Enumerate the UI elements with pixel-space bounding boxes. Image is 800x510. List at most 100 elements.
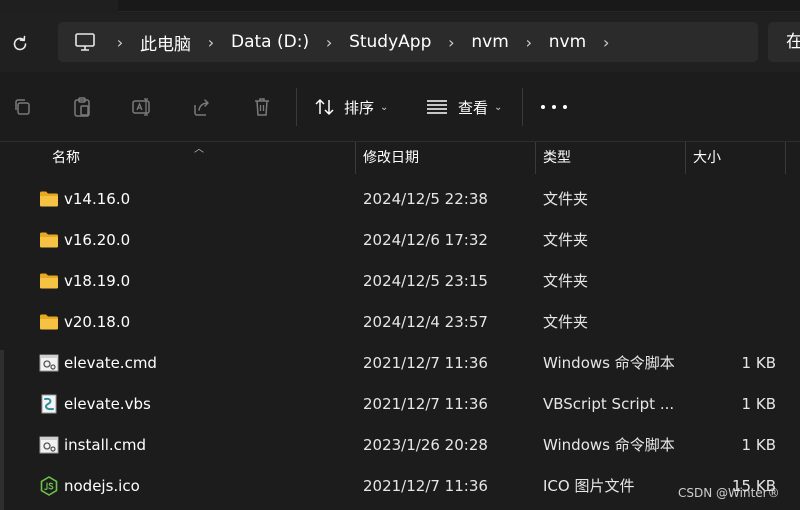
folder-icon xyxy=(40,314,58,330)
file-type: 文件夹 xyxy=(543,272,589,290)
file-modified: 2023/1/26 20:28 xyxy=(363,436,488,454)
column-header-modified[interactable]: 修改日期 xyxy=(355,142,535,174)
more-options-button[interactable] xyxy=(541,100,567,114)
sort-label: 排序 xyxy=(344,98,375,117)
search-input[interactable]: 在 xyxy=(768,22,800,62)
file-size xyxy=(686,179,776,220)
column-header-type[interactable]: 类型 xyxy=(535,142,685,174)
file-size: 1 KB xyxy=(741,354,776,372)
file-name: v18.19.0 xyxy=(64,272,131,290)
file-row[interactable]: v16.20.0 2024/12/6 17:32 文件夹 xyxy=(0,220,790,261)
folder-icon xyxy=(40,191,58,207)
ellipsis-icon xyxy=(552,105,556,109)
refresh-button[interactable] xyxy=(8,32,32,56)
file-name: elevate.vbs xyxy=(64,395,151,413)
folder-icon xyxy=(40,232,58,248)
file-row[interactable]: nodejs.ico 2021/12/7 11:36 ICO 图片文件 15 K… xyxy=(0,466,790,507)
vbs-file-icon xyxy=(41,394,57,414)
sort-ascending-icon: ︿ xyxy=(194,144,204,155)
file-type: 文件夹 xyxy=(543,231,589,249)
address-bar[interactable]: › 此电脑 › Data (D:) › StudyApp › nvm › nvm… xyxy=(58,22,758,62)
ellipsis-icon xyxy=(563,105,567,109)
chevron-right-icon[interactable]: › xyxy=(594,33,618,52)
view-list-icon xyxy=(427,100,447,114)
cmd-file-icon xyxy=(39,436,59,454)
rename-button[interactable] xyxy=(131,96,153,118)
file-row[interactable]: v14.16.0 2024/12/5 22:38 文件夹 xyxy=(0,179,790,220)
column-header-size[interactable]: 大小 xyxy=(685,142,785,174)
toolbar-divider xyxy=(522,88,523,126)
folder-icon xyxy=(40,273,58,289)
breadcrumb-item[interactable]: nvm xyxy=(541,32,594,52)
command-bar: 排序 ⌄ 查看 ⌄ xyxy=(0,72,800,142)
file-type: Windows 命令脚本 xyxy=(543,354,675,372)
column-divider[interactable] xyxy=(785,142,786,174)
chevron-right-icon[interactable]: › xyxy=(517,33,541,52)
file-list: 名称 ︿ 修改日期 类型 大小 v14.16.0 2024/12/5 22:38… xyxy=(0,142,800,510)
chevron-right-icon[interactable]: › xyxy=(108,33,132,52)
file-row[interactable]: elevate.vbs 2021/12/7 11:36 VBScript Scr… xyxy=(0,384,790,425)
refresh-icon xyxy=(13,35,27,51)
file-modified: 2021/12/7 11:36 xyxy=(363,354,488,372)
address-row: › 此电脑 › Data (D:) › StudyApp › nvm › nvm… xyxy=(0,14,800,72)
file-row[interactable]: v20.18.0 2024/12/4 23:57 文件夹 xyxy=(0,302,790,343)
breadcrumb-item[interactable]: StudyApp xyxy=(341,32,439,52)
chevron-right-icon[interactable]: › xyxy=(439,33,463,52)
file-size: 1 KB xyxy=(741,436,776,454)
breadcrumb-item[interactable]: nvm xyxy=(463,32,516,52)
file-modified: 2024/12/6 17:32 xyxy=(363,231,488,249)
window-top-strip xyxy=(0,0,800,14)
file-size xyxy=(686,220,776,261)
view-button[interactable]: 查看 ⌄ xyxy=(426,92,502,122)
tab-strip xyxy=(118,0,800,12)
file-type: 文件夹 xyxy=(543,190,589,208)
toolbar-divider xyxy=(296,88,297,126)
view-label: 查看 xyxy=(458,98,489,117)
file-row[interactable]: v18.19.0 2024/12/5 23:15 文件夹 xyxy=(0,261,790,302)
delete-button[interactable] xyxy=(251,96,273,118)
chevron-down-icon: ⌄ xyxy=(380,101,389,113)
share-button[interactable] xyxy=(191,96,213,118)
copy-button[interactable] xyxy=(11,96,33,118)
sort-button[interactable]: 排序 ⌄ xyxy=(314,92,388,122)
chevron-right-icon[interactable]: › xyxy=(199,33,223,52)
chevron-right-icon[interactable]: › xyxy=(317,33,341,52)
file-name: v20.18.0 xyxy=(64,313,131,331)
chevron-down-icon: ⌄ xyxy=(494,101,503,113)
file-type: ICO 图片文件 xyxy=(543,477,635,495)
watermark: CSDN @Winter® xyxy=(678,486,780,500)
file-name: v14.16.0 xyxy=(64,190,131,208)
file-modified: 2021/12/7 11:36 xyxy=(363,477,488,495)
share-icon xyxy=(194,99,209,116)
sort-icon xyxy=(315,99,334,115)
paste-button[interactable] xyxy=(71,96,93,118)
file-name: v16.20.0 xyxy=(64,231,131,249)
ellipsis-icon xyxy=(541,105,545,109)
file-row[interactable]: install.cmd 2023/1/26 20:28 Windows 命令脚本… xyxy=(0,425,790,466)
file-modified: 2024/12/4 23:57 xyxy=(363,313,488,331)
file-modified: 2021/12/7 11:36 xyxy=(363,395,488,413)
file-size: 1 KB xyxy=(741,395,776,413)
nodejs-icon xyxy=(40,476,58,496)
file-modified: 2024/12/5 23:15 xyxy=(363,272,488,290)
file-modified: 2024/12/5 22:38 xyxy=(363,190,488,208)
file-type: 文件夹 xyxy=(543,313,589,331)
trash-icon xyxy=(255,98,269,116)
column-header-row: 名称 ︿ 修改日期 类型 大小 xyxy=(0,142,790,174)
file-name: nodejs.ico xyxy=(64,477,140,495)
rename-icon xyxy=(132,98,150,116)
file-size xyxy=(686,261,776,302)
paste-icon xyxy=(74,97,90,117)
cmd-file-icon xyxy=(39,354,59,372)
file-name: install.cmd xyxy=(64,436,147,454)
file-name: elevate.cmd xyxy=(64,354,157,372)
file-type: Windows 命令脚本 xyxy=(543,436,675,454)
copy-icon xyxy=(15,99,30,115)
vertical-scrollbar[interactable] xyxy=(789,142,800,510)
file-type: VBScript Script ... xyxy=(543,395,675,413)
file-size xyxy=(686,302,776,343)
breadcrumb-item[interactable]: 此电脑 xyxy=(132,30,199,55)
breadcrumb-item[interactable]: Data (D:) xyxy=(223,32,317,52)
file-row[interactable]: elevate.cmd 2021/12/7 11:36 Windows 命令脚本… xyxy=(0,343,790,384)
computer-icon[interactable] xyxy=(74,32,96,52)
